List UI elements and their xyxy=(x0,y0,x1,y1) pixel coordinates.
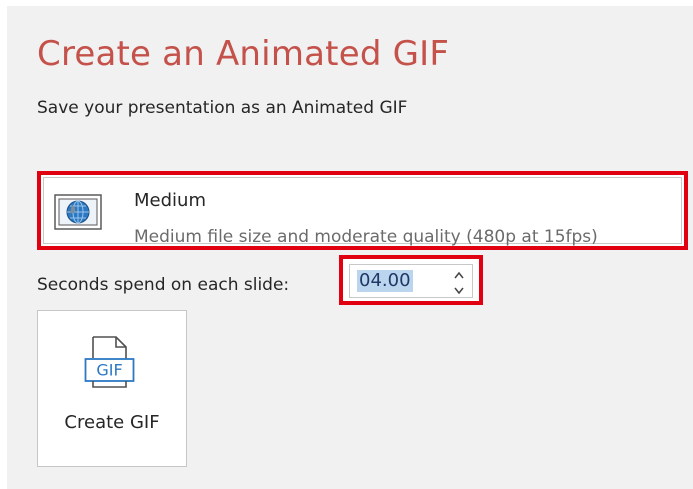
quality-dropdown[interactable]: Medium Medium file size and moderate qua… xyxy=(43,177,682,247)
seconds-spinner-highlight: 04.00 xyxy=(339,255,483,305)
page-subtitle: Save your presentation as an Animated GI… xyxy=(37,98,408,118)
seconds-label: Seconds spend on each slide: xyxy=(37,275,290,295)
export-panel: Create an Animated GIF Save your present… xyxy=(7,6,693,489)
page-title: Create an Animated GIF xyxy=(37,34,450,74)
quality-description: Medium file size and moderate quality (4… xyxy=(134,227,598,247)
create-gif-button[interactable]: GIF Create GIF xyxy=(37,310,187,467)
gif-file-icon: GIF xyxy=(84,335,138,391)
seconds-spinner[interactable]: 04.00 xyxy=(349,264,473,298)
quality-globe-icon xyxy=(54,194,102,230)
seconds-input[interactable]: 04.00 xyxy=(357,270,413,292)
quality-name: Medium xyxy=(134,190,206,211)
quality-dropdown-highlight: Medium Medium file size and moderate qua… xyxy=(37,171,688,250)
create-gif-label: Create GIF xyxy=(64,412,160,433)
svg-text:GIF: GIF xyxy=(96,361,122,380)
spin-up-icon[interactable] xyxy=(450,267,468,280)
spin-down-icon[interactable] xyxy=(450,282,468,295)
